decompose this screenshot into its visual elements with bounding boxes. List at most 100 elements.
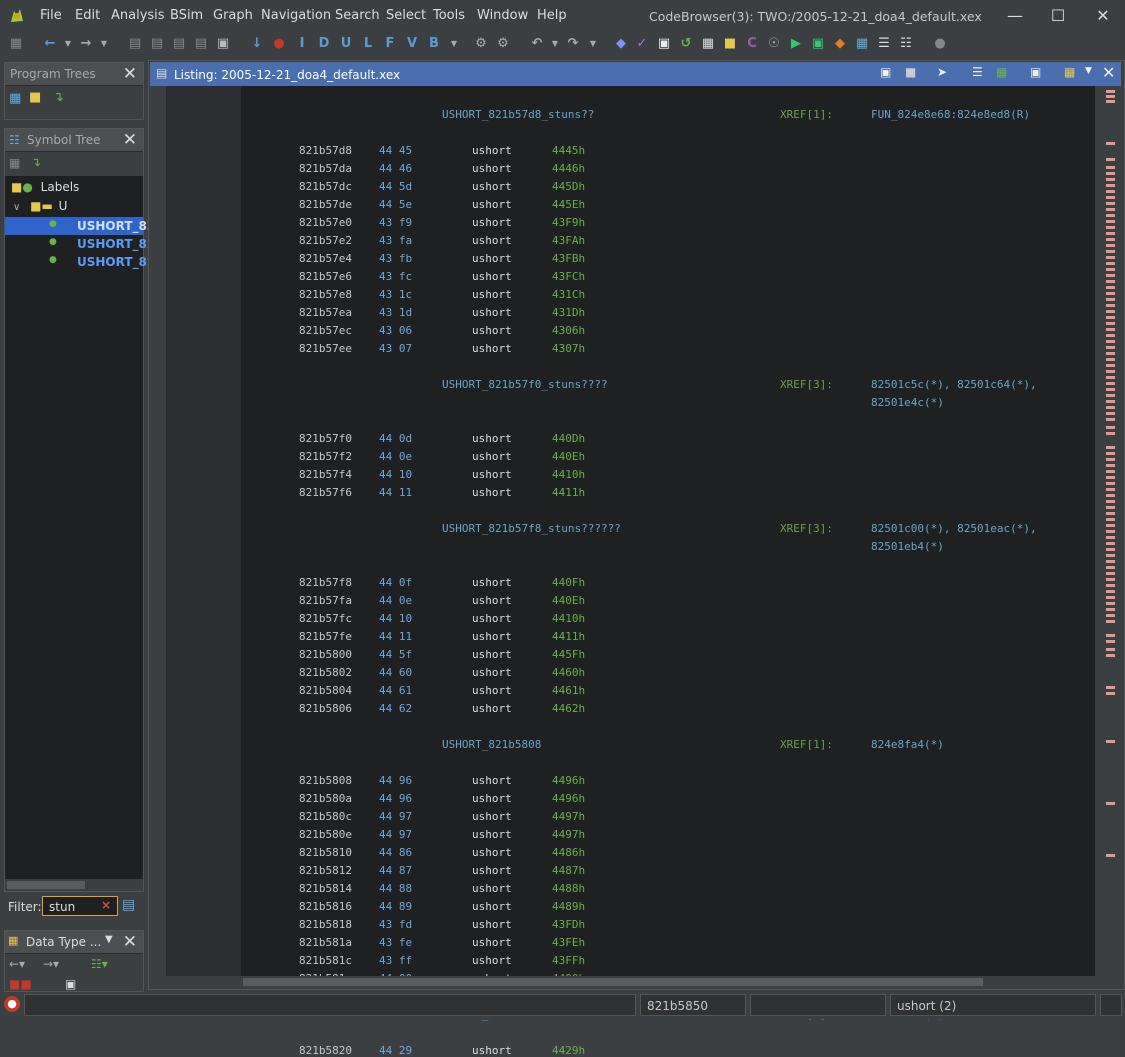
- page-icon[interactable]: ▤: [127, 36, 143, 52]
- tool-icon[interactable]: ⚙: [473, 36, 489, 52]
- listing-address[interactable]: 821b5804: [299, 684, 352, 697]
- cursor-icon[interactable]: ➤: [937, 65, 947, 79]
- listing-address[interactable]: 821b57f0: [299, 432, 352, 445]
- tree-node-u[interactable]: ∨ ■▬ U: [13, 199, 67, 213]
- minimize-button[interactable]: —: [1000, 5, 1030, 27]
- clear-filter-icon[interactable]: ×: [101, 898, 111, 912]
- menu-search[interactable]: Search: [335, 8, 380, 23]
- page-icon[interactable]: ▤: [171, 36, 187, 52]
- listing-address[interactable]: 821b5814: [299, 882, 352, 895]
- chevron-down-icon[interactable]: ▼: [1085, 66, 1092, 76]
- listing-label[interactable]: USHORT_821b57f0_stuns????: [442, 378, 608, 391]
- delete-icon[interactable]: ■■: [9, 977, 32, 991]
- xref-reference[interactable]: 82501c00(*), 82501eac(*),: [871, 522, 1037, 535]
- listing-address[interactable]: 821b5820: [299, 1044, 352, 1057]
- listing-address[interactable]: 821b57e8: [299, 288, 352, 301]
- down-arrow-icon[interactable]: ↓: [249, 36, 265, 52]
- tree-icon[interactable]: ☷▾: [91, 957, 108, 971]
- folder-open-icon[interactable]: ■: [29, 90, 41, 105]
- stop-icon[interactable]: ●: [271, 36, 287, 52]
- listing-address[interactable]: 821b57fc: [299, 612, 352, 625]
- listing-address[interactable]: 821b5818: [299, 918, 352, 931]
- listing-address[interactable]: 821b5810: [299, 846, 352, 859]
- close-icon[interactable]: ✕: [123, 932, 137, 952]
- paste-icon[interactable]: ■: [905, 65, 916, 79]
- listing-address[interactable]: 821b57e0: [299, 216, 352, 229]
- nav-next-i-button[interactable]: I: [294, 36, 310, 52]
- window-icon[interactable]: ▣: [656, 36, 672, 52]
- letter-dropdown-icon[interactable]: ▼: [446, 36, 462, 52]
- options-icon[interactable]: ▦: [1064, 65, 1075, 79]
- page-icon[interactable]: ▤: [149, 36, 165, 52]
- overview-bar[interactable]: [1096, 86, 1124, 976]
- save-icon[interactable]: ▦: [8, 36, 24, 52]
- nav-next-f-button[interactable]: F: [382, 36, 398, 52]
- nav-next-v-button[interactable]: V: [404, 36, 420, 52]
- shield-icon[interactable]: ◆: [613, 36, 629, 52]
- close-window-button[interactable]: ✕: [1088, 5, 1118, 27]
- listing-address[interactable]: 821b580a: [299, 792, 352, 805]
- horizontal-scrollbar[interactable]: [241, 976, 1095, 988]
- copy-icon[interactable]: ▣: [880, 65, 891, 79]
- listing-address[interactable]: 821b57e4: [299, 252, 352, 265]
- listing-address[interactable]: 821b57fe: [299, 630, 352, 643]
- menu-window[interactable]: Window: [477, 8, 528, 23]
- chevron-down-icon[interactable]: ∨: [13, 202, 20, 213]
- listing-address[interactable]: 821b5816: [299, 900, 352, 913]
- symbol-item[interactable]: ● USHORT_82: [5, 235, 155, 253]
- menu-navigation[interactable]: Navigation: [261, 8, 331, 23]
- listing-address[interactable]: 821b57fa: [299, 594, 352, 607]
- listing-address[interactable]: 821b581a: [299, 936, 352, 949]
- menu-select[interactable]: Select: [386, 8, 426, 23]
- listing-address[interactable]: 821b57de: [299, 198, 352, 211]
- listing-label[interactable]: USHORT_821b5808: [442, 738, 541, 751]
- listing-address[interactable]: 821b5808: [299, 774, 352, 787]
- xref-reference[interactable]: 82501eb4(*): [871, 540, 944, 553]
- xref-reference[interactable]: 824e8fa4(*): [871, 738, 944, 751]
- listing-address[interactable]: 821b5802: [299, 666, 352, 679]
- tree-new-icon[interactable]: ▦: [9, 91, 21, 106]
- page-icon[interactable]: ▤: [193, 36, 209, 52]
- diff-icon[interactable]: ▦: [996, 65, 1007, 79]
- filter-input[interactable]: stun ×: [42, 896, 118, 916]
- listing-address[interactable]: 821b57e2: [299, 234, 352, 247]
- back-dropdown-icon[interactable]: ▼: [60, 36, 76, 52]
- back-arrow-icon[interactable]: ←: [42, 36, 58, 52]
- xref-reference[interactable]: 82501e4c(*): [871, 396, 944, 409]
- listing-address[interactable]: 821b57e6: [299, 270, 352, 283]
- listing-label[interactable]: USHORT_821b57d8_stuns??: [442, 108, 594, 121]
- filter-options-icon[interactable]: ▤: [122, 897, 135, 913]
- listing-address[interactable]: 821b5800: [299, 648, 352, 661]
- refresh-icon[interactable]: ↺: [678, 36, 694, 52]
- run-icon[interactable]: ▶: [788, 36, 804, 52]
- menu-analysis[interactable]: Analysis: [111, 8, 165, 23]
- listing-address[interactable]: 821b57d8: [299, 144, 352, 157]
- listing-address[interactable]: 821b581c: [299, 954, 352, 967]
- table-icon[interactable]: ▦: [854, 36, 870, 52]
- tree-icon[interactable]: ☷: [898, 36, 914, 52]
- redo-icon[interactable]: ↷: [565, 36, 581, 52]
- scrollbar-thumb[interactable]: [7, 881, 85, 889]
- listing-address[interactable]: 821b57ec: [299, 324, 352, 337]
- listing-address[interactable]: 821b57da: [299, 162, 352, 175]
- tree-node-labels[interactable]: ■● Labels: [11, 180, 79, 194]
- listing-label[interactable]: USHORT_821b57f8_stuns??????: [442, 522, 621, 535]
- close-icon[interactable]: ✕: [1102, 63, 1115, 82]
- back-arrow-icon[interactable]: ←▾: [9, 957, 25, 971]
- close-icon[interactable]: ✕: [123, 130, 137, 150]
- listing-content[interactable]: USHORT_821b57d8_stuns?? XREF[1]: FUN_824e8…: [241, 86, 1095, 1057]
- checkmark-icon[interactable]: ✓: [634, 36, 650, 52]
- field-layout-icon[interactable]: ☰: [972, 65, 983, 79]
- nav-next-b-button[interactable]: B: [426, 36, 442, 52]
- undo-dropdown-icon[interactable]: ▼: [547, 36, 563, 52]
- symbol-item[interactable]: ● USHORT_82: [5, 253, 155, 271]
- memory-icon[interactable]: ▣: [810, 36, 826, 52]
- listing-address[interactable]: 821b57ea: [299, 306, 352, 319]
- xref-reference[interactable]: 82501c5c(*), 82501c64(*),: [871, 378, 1037, 391]
- snapshot-icon[interactable]: ▣: [215, 36, 231, 52]
- menu-edit[interactable]: Edit: [75, 8, 100, 23]
- c-function-icon[interactable]: C: [744, 36, 760, 52]
- diamond-icon[interactable]: ◆: [832, 36, 848, 52]
- import-icon[interactable]: ↴: [53, 90, 64, 105]
- forward-dropdown-icon[interactable]: ▼: [96, 36, 112, 52]
